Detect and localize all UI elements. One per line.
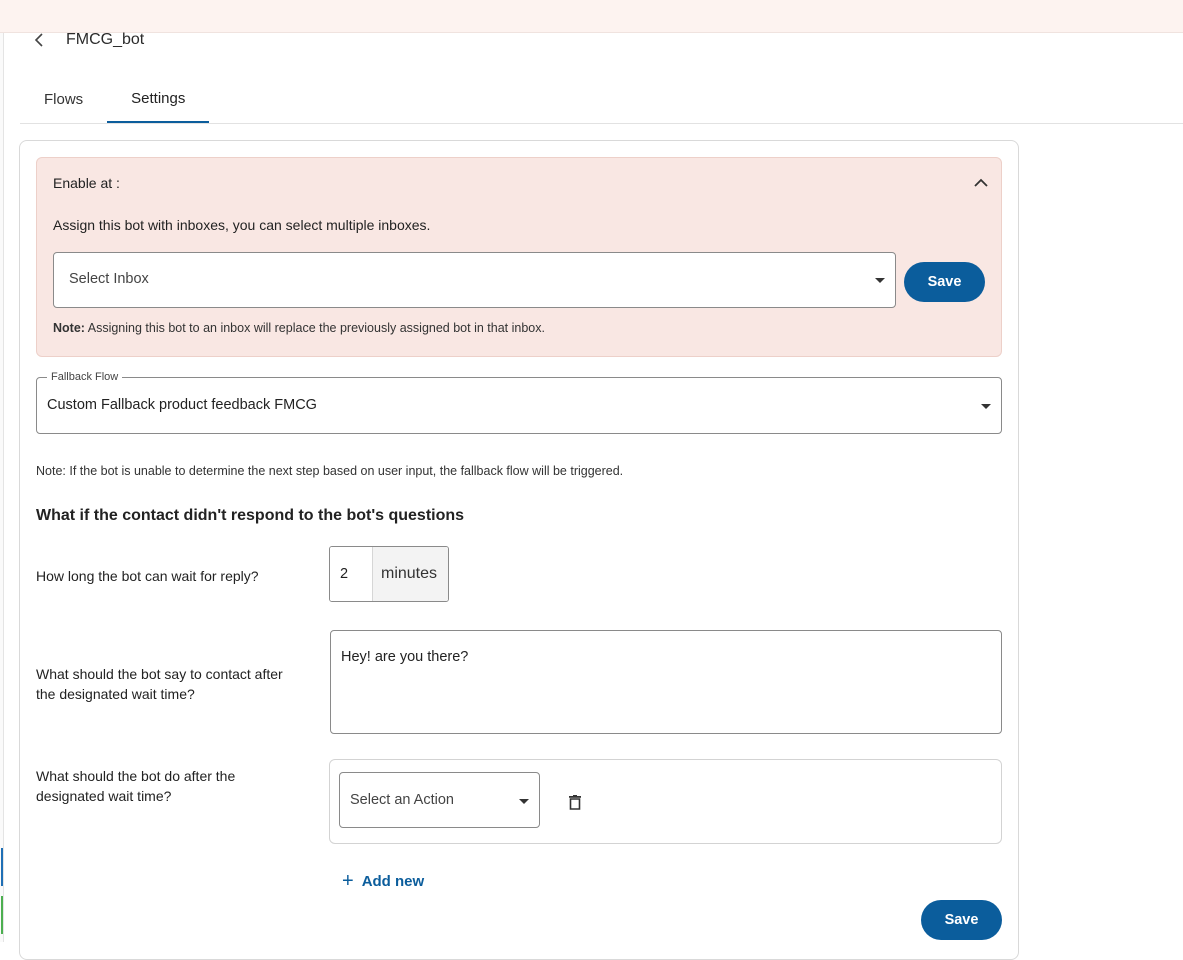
add-new-label: Add new [361, 872, 425, 890]
caret-down-icon [981, 404, 991, 409]
page-header: FMCG_bot [30, 27, 144, 53]
no-response-heading: What if the contact didn't respond to th… [36, 507, 465, 524]
inbox-select-placeholder: Select Inbox [69, 271, 149, 287]
plus-icon: + [342, 870, 354, 892]
enable-at-panel: Enable at : Assign this bot with inboxes… [36, 157, 1002, 357]
rail-indicator-green [0, 896, 3, 934]
wait-time-unit: minutes [372, 547, 448, 601]
top-banner [0, 0, 1183, 33]
chevron-up-icon[interactable] [971, 172, 991, 192]
rail-indicator-blue [0, 848, 3, 886]
message-label-line1: What should the bot say to contact after [36, 666, 283, 682]
settings-card: Enable at : Assign this bot with inboxes… [19, 140, 1019, 960]
fallback-note: Note: If the bot is unable to determine … [36, 464, 624, 478]
chevron-left-icon[interactable] [30, 31, 48, 49]
fallback-flow-label: Fallback Flow [47, 371, 123, 383]
save-inbox-button[interactable]: Save [904, 262, 985, 302]
left-rail [0, 33, 4, 942]
fallback-flow-value: Custom Fallback product feedback FMCG [47, 397, 317, 413]
action-select-placeholder: Select an Action [350, 792, 454, 808]
wait-time-label: How long the bot can wait for reply? [36, 568, 259, 584]
enable-at-description: Assign this bot with inboxes, you can se… [53, 217, 431, 233]
action-select[interactable]: Select an Action [339, 772, 540, 828]
wait-time-value[interactable]: 2 [330, 547, 372, 601]
caret-down-icon [519, 799, 529, 804]
caret-down-icon [875, 278, 885, 283]
tab-flows[interactable]: Flows [20, 76, 107, 123]
wait-message-textarea[interactable]: Hey! are you there? [330, 630, 1002, 734]
fallback-flow-select[interactable]: Fallback Flow Custom Fallback product fe… [36, 371, 1002, 434]
wait-time-input: 2 minutes [329, 546, 449, 602]
note-prefix: Note: [53, 321, 85, 335]
action-label-line1: What should the bot do after the [36, 768, 236, 784]
page-title: FMCG_bot [66, 31, 145, 48]
tab-bar: Flows Settings [20, 76, 1183, 124]
inbox-select[interactable]: Select Inbox [53, 252, 896, 308]
trash-icon[interactable] [566, 791, 584, 813]
save-settings-button[interactable]: Save [921, 900, 1002, 940]
tab-settings[interactable]: Settings [107, 76, 210, 123]
message-label-line2: the designated wait time? [36, 686, 195, 702]
action-row: Select an Action [329, 759, 1002, 844]
enable-at-note: Note: Assigning this bot to an inbox wil… [53, 321, 545, 335]
enable-at-title: Enable at : [53, 175, 120, 191]
action-label-line2: designated wait time? [36, 788, 172, 804]
note-text: Assigning this bot to an inbox will repl… [84, 321, 545, 335]
add-new-action-button[interactable]: + Add new [342, 871, 424, 891]
